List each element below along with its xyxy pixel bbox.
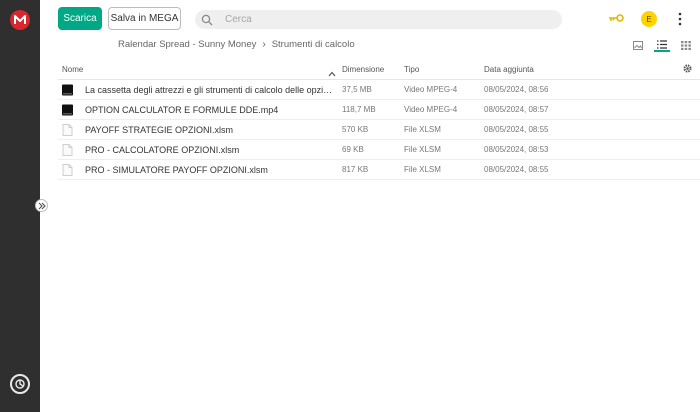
list-view-button[interactable]: [654, 38, 670, 52]
expand-sidebar-button[interactable]: [35, 199, 48, 212]
app-window: Scarica Salva in MEGA E Ralendar Spread …: [0, 0, 700, 412]
file-date: 08/05/2024, 08:57: [484, 105, 549, 114]
table-row[interactable]: OPTION CALCULATOR E FORMULE DDE.mp4 118,7…: [58, 100, 700, 120]
gear-icon[interactable]: [682, 63, 693, 74]
file-name: La cassetta degli attrezzi e gli strumen…: [85, 84, 333, 95]
search-bar[interactable]: [195, 10, 562, 29]
search-input[interactable]: [225, 14, 525, 25]
file-date: 08/05/2024, 08:53: [484, 145, 549, 154]
search-icon: [201, 14, 213, 25]
table-row[interactable]: PRO - SIMULATORE PAYOFF OPZIONI.xlsm 817 …: [58, 160, 700, 180]
grid-view-icon: [681, 40, 691, 50]
save-to-mega-button[interactable]: Salva in MEGA: [108, 7, 181, 30]
breadcrumb-item-parent[interactable]: Ralendar Spread - Sunny Money: [118, 39, 256, 50]
generic-file-icon: [62, 163, 73, 176]
left-rail: [0, 0, 40, 412]
breadcrumb-item-current[interactable]: Strumenti di calcolo: [272, 39, 355, 50]
file-name: PRO - SIMULATORE PAYOFF OPZIONI.xlsm: [85, 164, 268, 175]
sort-ascending-icon[interactable]: [328, 70, 336, 78]
breadcrumb-separator: ›: [262, 39, 266, 50]
view-toggles: [630, 38, 694, 52]
file-type: Video MPEG-4: [404, 105, 458, 114]
table-row[interactable]: PAYOFF STRATEGIE OPZIONI.xlsm 570 KB File …: [58, 120, 700, 140]
thumbnail-view-button[interactable]: [630, 38, 646, 52]
grid-view-button[interactable]: [678, 38, 694, 52]
header-name[interactable]: Nome: [58, 65, 340, 77]
sync-status-icon[interactable]: [10, 374, 30, 394]
file-type: Video MPEG-4: [404, 85, 458, 94]
file-date: 08/05/2024, 08:56: [484, 85, 549, 94]
file-size: 817 KB: [342, 165, 369, 174]
file-size: 570 KB: [342, 125, 369, 134]
header-size[interactable]: Dimensione: [340, 65, 402, 74]
list-view-icon: [657, 39, 667, 49]
key-icon[interactable]: [608, 13, 624, 23]
file-size: 37,5 MB: [342, 85, 372, 94]
file-name-cell[interactable]: La cassetta degli attrezzi e gli strumen…: [58, 84, 340, 96]
file-name-cell[interactable]: PRO - CALCOLATORE OPZIONI.xlsm: [58, 143, 340, 156]
file-name: PAYOFF STRATEGIE OPZIONI.xlsm: [85, 124, 234, 135]
breadcrumb: Ralendar Spread - Sunny Money › Strument…: [118, 39, 355, 50]
download-button[interactable]: Scarica: [58, 7, 102, 30]
table-row[interactable]: La cassetta degli attrezzi e gli strumen…: [58, 80, 700, 100]
file-name-cell[interactable]: PRO - SIMULATORE PAYOFF OPZIONI.xlsm: [58, 163, 340, 176]
file-table: Nome Dimensione Tipo Data aggiunta La ca…: [58, 60, 700, 180]
header-date[interactable]: Data aggiunta: [482, 65, 602, 74]
video-file-icon: [62, 104, 73, 116]
more-menu-icon[interactable]: [677, 12, 683, 26]
file-size: 118,7 MB: [342, 105, 376, 114]
file-date: 08/05/2024, 08:55: [484, 125, 549, 134]
image-view-icon: [633, 40, 643, 50]
file-name-cell[interactable]: PAYOFF STRATEGIE OPZIONI.xlsm: [58, 123, 340, 136]
file-name: PRO - CALCOLATORE OPZIONI.xlsm: [85, 144, 240, 155]
file-size: 69 KB: [342, 145, 364, 154]
video-file-icon: [62, 84, 73, 96]
generic-file-icon: [62, 123, 73, 136]
file-name: OPTION CALCULATOR E FORMULE DDE.mp4: [85, 104, 279, 115]
file-type: File XLSM: [404, 125, 441, 134]
mega-logo-icon[interactable]: [10, 10, 30, 30]
table-row[interactable]: PRO - CALCOLATORE OPZIONI.xlsm 69 KB File …: [58, 140, 700, 160]
table-header: Nome Dimensione Tipo Data aggiunta: [58, 60, 700, 80]
file-date: 08/05/2024, 08:55: [484, 165, 549, 174]
file-type: File XLSM: [404, 165, 441, 174]
file-type: File XLSM: [404, 145, 441, 154]
header-type[interactable]: Tipo: [402, 65, 482, 74]
generic-file-icon: [62, 143, 73, 156]
file-name-cell[interactable]: OPTION CALCULATOR E FORMULE DDE.mp4: [58, 104, 340, 116]
avatar[interactable]: E: [641, 11, 657, 27]
